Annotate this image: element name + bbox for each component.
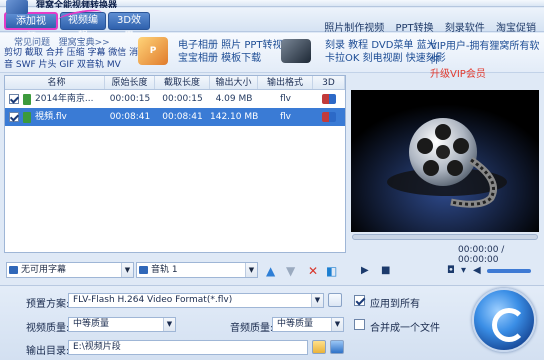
move-down-icon[interactable]: ▼ [286,265,295,277]
vip-promo[interactable]: VIP用户-拥有狸窝所有软件 升级VIP会员 [430,40,544,82]
row-fmt: flv [280,94,291,104]
move-up-icon[interactable]: ▲ [266,265,275,277]
delete-icon[interactable]: ✕ [308,265,318,277]
open-folder-icon[interactable] [330,340,344,354]
effect-3d-button[interactable]: 3D效果 [108,12,150,42]
merge-checkbox[interactable] [354,319,365,330]
row-orig: 00:00:15 [109,94,151,104]
row-3d-cell [313,108,345,126]
main-window: 狸窝全能视频转换器 添加视频 视频编辑 3D效果 照片制作视频 PPT转换 刻录… [0,0,544,360]
app-logo-icon [6,0,28,14]
promo1-line1[interactable]: 电子相册 照片 PPT转视频 [178,39,293,52]
row-3d-cell [313,90,345,108]
promo-banner: 常见问题 狸窝宝典>> 剪切 截取 合并 压缩 字幕 微信 消音 SWF 片头 … [0,33,544,80]
promo2-line1[interactable]: 刻录 教程 DVD菜单 蓝光 [325,39,446,52]
row-orig: 00:08:41 [109,112,151,122]
merge-label: 合并成一个文件 [370,323,440,334]
list-toolbar: 无可用字幕 ▼ 音轨 1 ▼ ▲ ▼ ✕ ◧ [4,259,346,281]
video-quality-select[interactable]: 中等质量 ▼ [68,317,176,332]
row-fmt: flv [280,112,291,122]
seek-bar[interactable] [352,234,538,240]
ppt-promo-icon[interactable]: P [138,37,168,65]
chevron-down-icon[interactable]: ▼ [245,263,257,277]
col-output-size[interactable]: 输出大小 [210,76,258,89]
output-dir-value: E:\视频片段 [73,342,121,352]
audio-quality-select[interactable]: 中等质量 ▼ [272,317,344,332]
main-toolbar: 添加视频 视频编辑 3D效果 照片制作视频 PPT转换 刻录软件 淘宝促销 [0,7,544,43]
row-name-cell: 視頻.flv [5,108,105,126]
vip-line1[interactable]: VIP用户-拥有狸窝所有软件 [430,40,544,68]
audio-value: 音轨 1 [151,265,178,275]
audio-quality-label: 音频质量: [230,323,274,334]
row-name: 視頻.flv [35,112,67,122]
play-icon[interactable]: ▶ [361,265,369,276]
video-preview [351,90,539,232]
chevron-down-icon[interactable]: ▼ [163,318,175,331]
player-controls: ▶ ■ ◘ ▾ ◀ [351,261,539,281]
faq-links[interactable]: 剪切 截取 合并 压缩 字幕 微信 消音 SWF 片头 GIF 双音轨 MV [4,47,144,71]
col-name[interactable]: 名称 [5,76,105,89]
chevron-down-icon[interactable]: ▼ [331,318,343,331]
row-name-cell: 2014年南京... [5,90,105,108]
preset-value: FLV-Flash H.264 Video Format(*.flv) [73,295,233,305]
row-cut: 00:00:15 [162,94,203,104]
volume-slider[interactable] [487,269,531,273]
volume-icon[interactable]: ◀ [473,265,481,276]
3d-icon[interactable] [322,94,336,104]
audio-track-select[interactable]: 音轨 1 ▼ [136,262,258,278]
video-quality-label: 视频质量: [26,323,70,334]
table-row[interactable]: 2014年南京... 00:00:15 00:00:15 4.09 MB flv [5,90,345,108]
chevron-down-icon[interactable]: ▾ [461,265,466,276]
promo-burn[interactable]: 刻录 教程 DVD菜单 蓝光 卡拉OK 刻电视剧 快速刻影 [325,39,446,65]
subtitle-icon [9,266,18,274]
row-checkbox[interactable] [9,94,19,104]
clear-list-icon[interactable]: ◧ [326,265,337,277]
video-file-icon [23,93,31,105]
row-size: 142.10 MB [210,112,258,122]
apply-all-checkbox[interactable] [354,295,365,306]
col-3d[interactable]: 3D [313,76,345,89]
upgrade-vip-link[interactable]: 升级VIP会员 [430,68,544,82]
chevron-down-icon[interactable]: ▼ [121,263,133,277]
row-name: 2014年南京... [35,94,94,104]
audio-icon [139,266,148,274]
camera-icon[interactable]: ◘ [447,265,455,276]
output-dir-label: 输出目录: [26,346,70,357]
stop-icon[interactable]: ■ [381,265,390,276]
output-dir-input[interactable]: E:\视频片段 [68,340,308,355]
row-size: 4.09 MB [215,94,253,104]
convert-button[interactable] [472,288,536,352]
apply-all-label: 应用到所有 [370,299,420,310]
preset-select[interactable]: FLV-Flash H.264 Video Format(*.flv) ▼ [68,293,324,308]
col-cut-length[interactable]: 截取长度 [155,76,210,89]
promo-photo-album[interactable]: 电子相册 照片 PPT转视频 宝宝相册 模板下载 [178,39,293,65]
film-reel-icon [351,90,539,232]
add-video-button[interactable]: 添加视频 [4,12,58,43]
list-header: 名称 原始长度 截取长度 输出大小 输出格式 3D [5,76,345,90]
subtitle-value: 无可用字幕 [21,265,67,275]
video-quality-value: 中等质量 [73,319,110,329]
col-output-format[interactable]: 输出格式 [258,76,313,89]
top-links: 照片制作视频 PPT转换 刻录软件 淘宝促销 [316,19,536,34]
audio-quality-value: 中等质量 [277,319,314,329]
chevron-down-icon[interactable]: ▼ [311,294,323,307]
preset-label: 预置方案: [26,299,70,310]
title-bar: 狸窝全能视频转换器 [0,0,544,11]
promo1-line2[interactable]: 宝宝相册 模板下载 [178,52,293,65]
promo2-line2[interactable]: 卡拉OK 刻电视剧 快速刻影 [325,52,446,65]
dvd-promo-icon[interactable] [281,39,311,63]
folder-icon[interactable] [312,340,326,354]
3d-icon[interactable] [322,112,336,122]
video-file-icon [23,111,31,123]
table-row[interactable]: 視頻.flv 00:08:41 00:08:41 142.10 MB flv [5,108,345,126]
file-list: 名称 原始长度 截取长度 输出大小 输出格式 3D 2014年南京... 00:… [4,75,346,253]
col-orig-length[interactable]: 原始长度 [105,76,155,89]
settings-tool-icon[interactable] [328,293,342,307]
subtitle-select[interactable]: 无可用字幕 ▼ [6,262,134,278]
row-cut: 00:08:41 [162,112,203,122]
row-checkbox[interactable] [9,112,19,122]
